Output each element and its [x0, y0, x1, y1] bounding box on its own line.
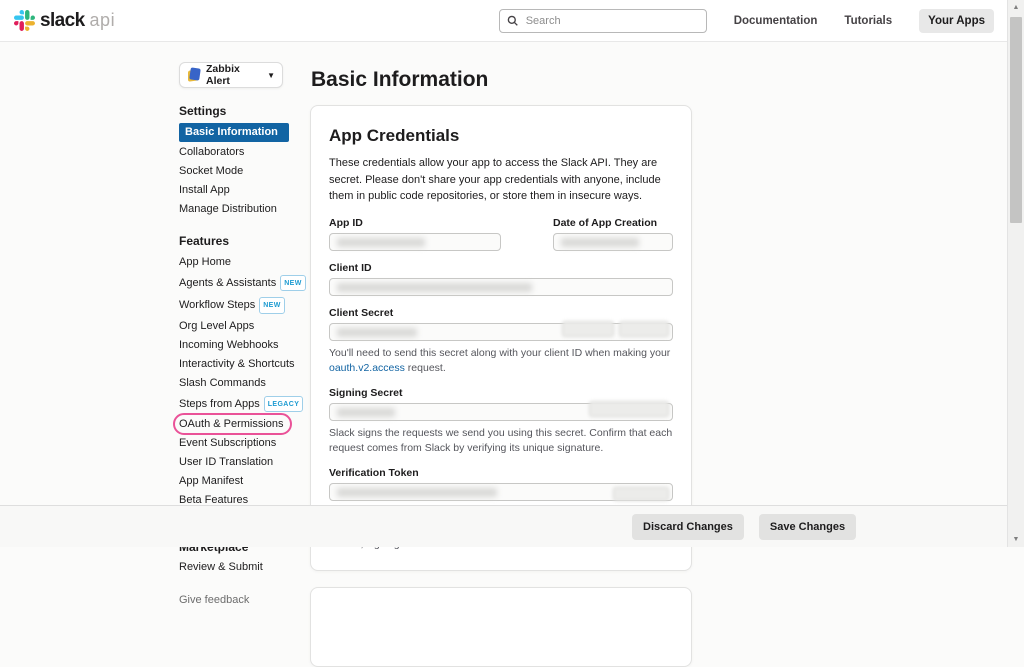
redacted-value — [337, 283, 532, 292]
save-changes-button[interactable]: Save Changes — [759, 514, 856, 540]
sidebar-item-app-home[interactable]: App Home — [179, 254, 293, 271]
signing-secret-help: Slack signs the requests we send you usi… — [329, 426, 673, 456]
sidebar-item-user-id-translation[interactable]: User ID Translation — [179, 454, 293, 471]
scrollbar-thumb[interactable] — [1010, 17, 1022, 223]
save-bar: Discard Changes Save Changes — [0, 505, 1024, 547]
sidebar-item-label: Steps from Apps — [179, 398, 260, 410]
new-badge: NEW — [259, 297, 285, 314]
app-id-input[interactable] — [329, 233, 501, 251]
page-scrollbar[interactable]: ▲ ▼ — [1007, 0, 1024, 547]
next-section-card — [310, 587, 692, 667]
sidebar-item-socket-mode[interactable]: Socket Mode — [179, 163, 293, 180]
app-id-date-row: App ID Date of App Creation — [329, 217, 673, 251]
redacted-button[interactable] — [613, 487, 669, 501]
redacted-button[interactable] — [562, 321, 614, 337]
nav-documentation[interactable]: Documentation — [734, 15, 818, 27]
client-secret-label: Client Secret — [329, 307, 673, 319]
card-description: These credentials allow your app to acce… — [329, 155, 673, 205]
sidebar-item-oauth-permissions[interactable]: OAuth & Permissions — [179, 416, 293, 433]
sidebar-item-workflow-steps[interactable]: Workflow Steps NEW — [179, 295, 293, 316]
give-feedback-link[interactable]: Give feedback — [179, 594, 293, 606]
discard-changes-button[interactable]: Discard Changes — [632, 514, 744, 540]
client-id-field: Client ID — [329, 262, 673, 296]
app-selector-name: Zabbix Alert — [206, 63, 262, 87]
sidebar-item-slash-commands[interactable]: Slash Commands — [179, 375, 293, 392]
app-credentials-card: App Credentials These credentials allow … — [310, 105, 692, 571]
redacted-button[interactable] — [619, 321, 669, 337]
sidebar-item-event-subscriptions[interactable]: Event Subscriptions — [179, 435, 293, 452]
help-text: You'll need to send this secret along wi… — [329, 347, 670, 359]
client-secret-field: Client Secret You'll need to send this s… — [329, 307, 673, 376]
main-content: Basic Information App Credentials These … — [310, 68, 692, 667]
slack-logo-icon — [14, 10, 35, 31]
legacy-badge: LEGACY — [264, 396, 304, 413]
redacted-value — [337, 488, 497, 497]
scrollbar-down-arrow[interactable]: ▼ — [1008, 536, 1024, 543]
client-id-input[interactable] — [329, 278, 673, 296]
scrollbar-up-arrow[interactable]: ▲ — [1008, 4, 1024, 11]
client-secret-help: You'll need to send this secret along wi… — [329, 346, 673, 376]
help-text: request. — [405, 362, 446, 374]
redacted-value — [337, 328, 417, 337]
app-icon — [187, 68, 201, 82]
date-of-creation-input[interactable] — [553, 233, 673, 251]
save-bar-buttons: Discard Changes Save Changes — [632, 514, 856, 540]
signing-secret-input[interactable] — [329, 403, 673, 421]
app-id-field: App ID — [329, 217, 501, 251]
sidebar-item-label: Agents & Assistants — [179, 277, 276, 289]
signing-secret-field: Signing Secret Slack signs the requests … — [329, 387, 673, 456]
sidebar-section-features: Features — [179, 234, 293, 248]
client-id-label: Client ID — [329, 262, 673, 274]
search-input[interactable] — [524, 14, 699, 28]
date-of-creation-label: Date of App Creation — [553, 217, 673, 229]
app-id-label: App ID — [329, 217, 501, 229]
header-search[interactable] — [499, 9, 707, 33]
new-badge: NEW — [280, 275, 306, 292]
redacted-value — [337, 238, 425, 247]
sidebar-item-label: OAuth & Permissions — [179, 418, 284, 430]
verification-token-input[interactable] — [329, 483, 673, 501]
logo-text-api: api — [90, 10, 116, 31]
sidebar-item-app-manifest[interactable]: App Manifest — [179, 473, 293, 490]
sidebar-item-interactivity-shortcuts[interactable]: Interactivity & Shortcuts — [179, 356, 293, 373]
redacted-button[interactable] — [589, 401, 669, 417]
sidebar-item-agents-assistants[interactable]: Agents & AssistantsNEW — [179, 273, 293, 294]
top-header: slack api Documentation Tutorials Your A… — [0, 0, 1024, 42]
slack-api-logo[interactable]: slack api — [14, 10, 115, 32]
sidebar-item-basic-information[interactable]: Basic Information — [179, 123, 289, 142]
redacted-value — [561, 238, 639, 247]
sidebar-item-label: Workflow Steps — [179, 299, 255, 311]
search-icon — [507, 15, 518, 26]
verification-token-label: Verification Token — [329, 467, 673, 479]
sidebar-item-collaborators[interactable]: Collaborators — [179, 144, 293, 161]
sidebar-item-org-level-apps[interactable]: Org Level Apps — [179, 318, 293, 335]
app-selector-dropdown[interactable]: Zabbix Alert ▼ — [179, 62, 283, 88]
logo-text-slack: slack — [40, 10, 85, 32]
pink-circle-annotation: OAuth & Permissions — [179, 418, 284, 431]
sidebar-section-settings: Settings — [179, 104, 293, 118]
redacted-value — [337, 408, 395, 417]
client-secret-input[interactable] — [329, 323, 673, 341]
card-title: App Credentials — [329, 126, 673, 146]
page-title: Basic Information — [311, 68, 692, 92]
nav-tutorials[interactable]: Tutorials — [844, 15, 892, 27]
sidebar-item-review-submit[interactable]: Review & Submit — [179, 559, 293, 576]
chevron-down-icon: ▼ — [267, 71, 275, 80]
sidebar-item-steps-from-apps[interactable]: Steps from AppsLEGACY — [179, 394, 293, 415]
oauth-v2-access-link[interactable]: oauth.v2.access — [329, 362, 405, 374]
sidebar-item-install-app[interactable]: Install App — [179, 182, 293, 199]
sidebar-item-manage-distribution[interactable]: Manage Distribution — [179, 201, 293, 218]
nav-your-apps-button[interactable]: Your Apps — [919, 9, 994, 33]
sidebar-item-incoming-webhooks[interactable]: Incoming Webhooks — [179, 337, 293, 354]
signing-secret-label: Signing Secret — [329, 387, 673, 399]
date-of-creation-field: Date of App Creation — [553, 217, 673, 251]
